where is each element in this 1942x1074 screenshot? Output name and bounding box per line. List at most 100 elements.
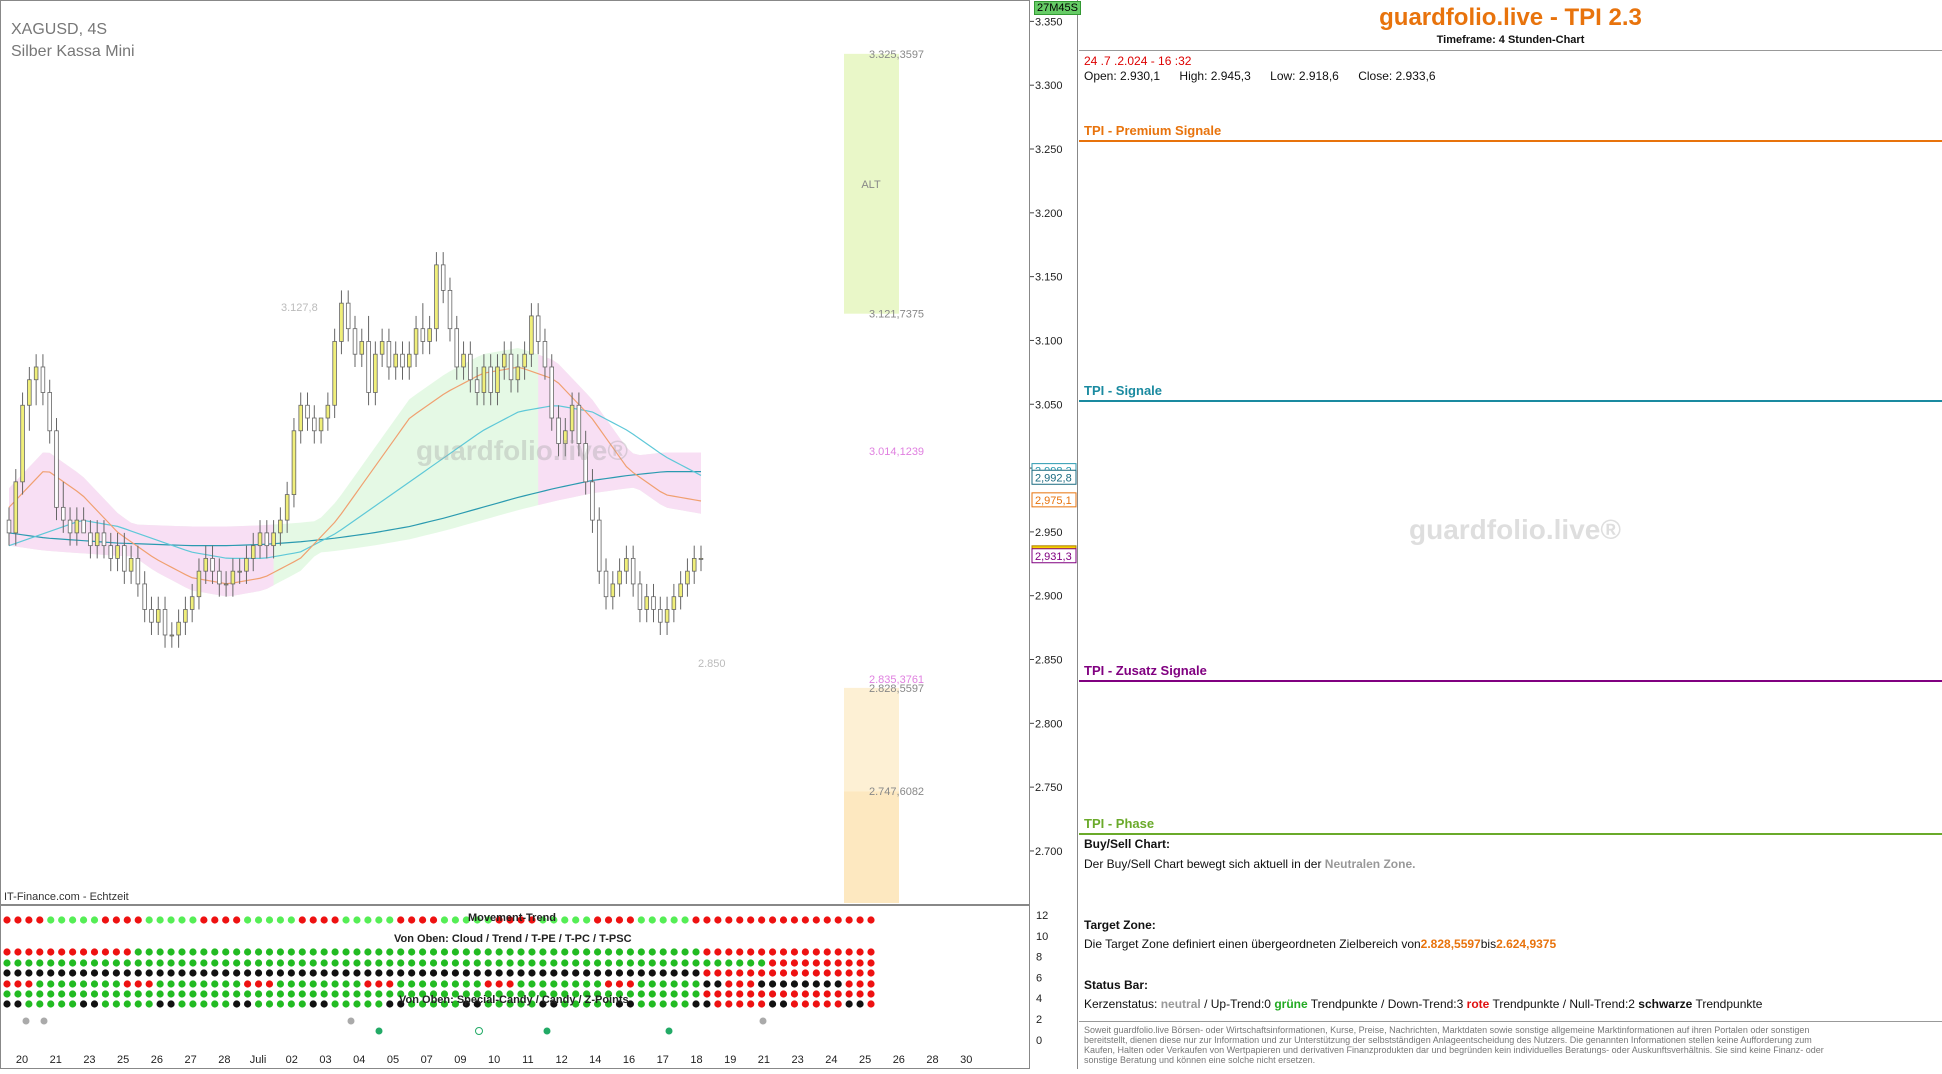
trend-dot — [681, 948, 689, 956]
trend-dot — [69, 1000, 77, 1008]
trend-dot — [145, 980, 153, 988]
trend-dot — [25, 948, 33, 956]
trend-dot — [867, 1000, 875, 1008]
trend-dot — [244, 948, 252, 956]
trend-dot — [637, 990, 645, 998]
trend-dot — [418, 969, 427, 977]
trend-dot — [90, 990, 99, 998]
trend-dot — [134, 980, 142, 988]
trend-dot — [200, 980, 208, 988]
y-tick-label: 2.700 — [1035, 846, 1063, 858]
candle — [617, 570, 622, 585]
candle — [176, 621, 181, 636]
trend-dot — [265, 959, 274, 967]
disclaimer: Soweit guardfolio.live Börsen- oder Wirt… — [1084, 1025, 1824, 1065]
trend-dot — [123, 1000, 131, 1008]
trend-dot — [320, 948, 328, 956]
trend-dot — [244, 980, 252, 988]
price-tag-label: 2,975,1 — [1035, 495, 1072, 507]
trend-dot — [736, 990, 744, 998]
trend-dot — [506, 980, 514, 988]
trend-dot — [58, 990, 66, 998]
candle — [352, 328, 358, 355]
trend-dot — [287, 969, 295, 977]
trend-dot — [462, 980, 470, 988]
trend-dot — [856, 959, 864, 967]
trend-dot — [167, 1000, 175, 1008]
trend-dot — [375, 1000, 383, 1008]
indicator-tick-label: 12 — [1036, 910, 1048, 922]
trend-dot — [462, 959, 470, 967]
trend-dot — [386, 1000, 394, 1008]
trend-dot — [189, 1000, 197, 1008]
trend-dot — [604, 969, 613, 977]
trend-dot — [615, 948, 624, 956]
candle — [678, 583, 683, 598]
indicator-panel[interactable]: Movement-Trend Von Oben: Cloud / Trend /… — [0, 905, 1030, 1069]
candle — [88, 532, 93, 547]
trend-dot — [714, 959, 722, 967]
trend-dot — [539, 980, 547, 988]
trend-dot — [211, 969, 219, 977]
trend-dot — [725, 948, 733, 956]
trend-dot — [495, 969, 503, 977]
trend-dot — [648, 916, 656, 924]
trend-dot — [801, 990, 809, 998]
trend-dot — [276, 916, 285, 924]
trend-dot — [331, 948, 339, 956]
trend-dot — [58, 916, 66, 924]
trend-dot — [298, 969, 306, 977]
trend-dot — [747, 959, 755, 967]
trend-dot — [845, 959, 853, 967]
trend-dot — [331, 916, 339, 924]
price-chart-panel[interactable]: ALT 3.325,3597 3.121,7375 3.014,1239 2.835,3… — [0, 0, 1030, 905]
x-tick-label: 21 — [50, 1054, 62, 1066]
candle — [420, 328, 426, 342]
trend-dot — [320, 916, 328, 924]
trend-dot — [408, 948, 416, 956]
x-tick-label: 19 — [724, 1054, 736, 1066]
trend-dot — [233, 969, 241, 977]
trend-dot — [36, 990, 44, 998]
trend-dot — [331, 959, 339, 967]
candle — [413, 328, 419, 355]
trend-dot — [134, 1000, 142, 1008]
trend-dot — [714, 1000, 722, 1008]
trend-dot — [58, 959, 66, 967]
trend-dot — [550, 980, 558, 988]
trend-dot — [200, 948, 208, 956]
x-tick-label: 09 — [454, 1054, 466, 1066]
trend-dot — [298, 980, 306, 988]
target-to: 2.624,9375 — [1496, 937, 1557, 951]
x-tick-label: 27 — [184, 1054, 196, 1066]
trend-dot — [134, 948, 142, 956]
y-tick-label: 2.800 — [1035, 718, 1063, 730]
trend-dot — [101, 948, 110, 956]
trend-dot — [47, 959, 55, 967]
trend-dot — [703, 980, 711, 988]
trend-dot — [703, 916, 711, 924]
premium-signals-line — [1079, 140, 1942, 142]
trend-dot — [101, 959, 110, 967]
ohlc-row: Open: 2.930,1 High: 2.945,3 Low: 2.918,6… — [1084, 69, 1452, 83]
low-value: Low: 2.918,6 — [1270, 69, 1339, 83]
trend-dot — [331, 969, 339, 977]
trend-dot — [254, 959, 263, 967]
time-axis: 20 21 23 25 26 27 28 Juli 02 03 04 05 07 09 10 11 12 14 16… — [16, 1054, 973, 1066]
price-axis[interactable]: 3.3503.3003.2503.2003.1503.1003.0503.000… — [1030, 0, 1078, 905]
trend-dot — [648, 969, 656, 977]
trend-dot — [572, 980, 580, 988]
trend-dot — [834, 990, 842, 998]
trend-dot — [867, 916, 875, 924]
trend-dot — [233, 1000, 241, 1008]
trend-dot — [845, 969, 853, 977]
trend-dot — [112, 948, 120, 956]
candle — [474, 379, 480, 393]
trend-dot — [47, 990, 55, 998]
candle — [223, 583, 229, 586]
trend-dot — [593, 980, 602, 988]
trend-dot — [867, 959, 875, 967]
candle — [366, 341, 371, 393]
price-tag-label: 2,931,3 — [1035, 551, 1072, 563]
trend-dot — [768, 990, 777, 998]
